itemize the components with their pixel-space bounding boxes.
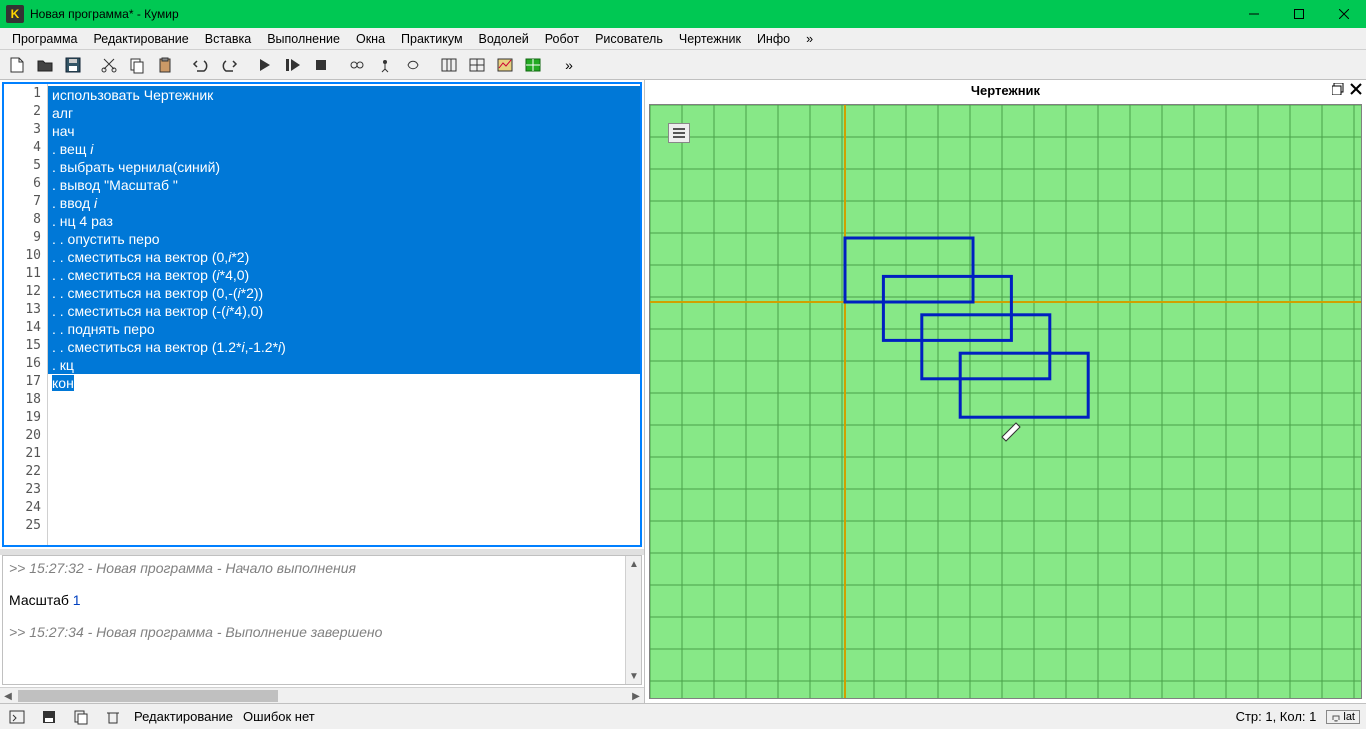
app-logo-icon: K xyxy=(6,5,24,23)
menu-run[interactable]: Выполнение xyxy=(259,30,348,48)
code-line[interactable]: . . сместиться на вектор (0,-(i*2)) xyxy=(48,284,640,302)
keyboard-icon xyxy=(1331,712,1341,722)
window-title: Новая программа* - Кумир xyxy=(30,7,179,21)
window-minimize-button[interactable] xyxy=(1231,0,1276,28)
window-close-button[interactable] xyxy=(1321,0,1366,28)
code-line[interactable]: . выбрать чернила(синий) xyxy=(48,158,640,176)
code-line[interactable]: . . сместиться на вектор (1.2*i,-1.2*i) xyxy=(48,338,640,356)
titlebar: K Новая программа* - Кумир xyxy=(0,0,1366,28)
run-button[interactable] xyxy=(252,52,278,78)
step-button[interactable] xyxy=(280,52,306,78)
undo-button[interactable] xyxy=(188,52,214,78)
open-file-button[interactable] xyxy=(32,52,58,78)
code-line[interactable] xyxy=(48,518,640,536)
actor-robot-button[interactable] xyxy=(344,52,370,78)
layout-3-button[interactable] xyxy=(492,52,518,78)
code-line[interactable] xyxy=(48,464,640,482)
drawer-panel-title: Чертежник xyxy=(645,80,1366,100)
code-line[interactable] xyxy=(48,428,640,446)
console-line: >> 15:27:34 - Новая программа - Выполнен… xyxy=(9,624,619,644)
paste-button[interactable] xyxy=(152,52,178,78)
console-line: >> 15:27:32 - Новая программа - Начало в… xyxy=(9,560,619,580)
code-line[interactable]: алг xyxy=(48,104,640,122)
code-line[interactable]: . . сместиться на вектор (0,i*2) xyxy=(48,248,640,266)
status-copy-icon[interactable] xyxy=(70,706,92,728)
code-line[interactable] xyxy=(48,392,640,410)
code-line[interactable]: . . поднять перо xyxy=(48,320,640,338)
menu-insert[interactable]: Вставка xyxy=(197,30,259,48)
menubar: Программа Редактирование Вставка Выполне… xyxy=(0,28,1366,50)
code-line[interactable]: . . опустить перо xyxy=(48,230,640,248)
drawer-menu-button[interactable] xyxy=(668,123,690,143)
stop-button[interactable] xyxy=(308,52,334,78)
menu-program[interactable]: Программа xyxy=(4,30,86,48)
output-console[interactable]: >> 15:27:32 - Новая программа - Начало в… xyxy=(2,555,642,685)
code-area[interactable]: использовать Чертежникалгнач. вещ i. выб… xyxy=(48,84,640,545)
code-line[interactable]: . кц xyxy=(48,356,640,374)
code-line[interactable] xyxy=(48,410,640,428)
menu-painter[interactable]: Рисователь xyxy=(587,30,671,48)
drawer-restore-icon[interactable] xyxy=(1332,83,1344,98)
code-line[interactable]: . нц 4 раз xyxy=(48,212,640,230)
console-line: Масштаб 1 xyxy=(9,592,619,612)
layout-2-button[interactable] xyxy=(464,52,490,78)
cut-button[interactable] xyxy=(96,52,122,78)
menu-practicum[interactable]: Практикум xyxy=(393,30,471,48)
editor-hscrollbar[interactable]: ◀ ▶ xyxy=(0,687,644,703)
code-line[interactable]: . ввод i xyxy=(48,194,640,212)
hscroll-thumb[interactable] xyxy=(18,690,278,702)
code-line[interactable] xyxy=(48,446,640,464)
code-line[interactable]: использовать Чертежник xyxy=(48,86,640,104)
code-editor[interactable]: 1234567891011121314151617181920212223242… xyxy=(2,82,642,547)
console-vscrollbar[interactable]: ▲▼ xyxy=(625,556,641,684)
code-line[interactable]: . . сместиться на вектор (i*4,0) xyxy=(48,266,640,284)
statusbar: Редактирование Ошибок нет Стр: 1, Кол: 1… xyxy=(0,703,1366,729)
menu-info[interactable]: Инфо xyxy=(749,30,798,48)
menu-drawer[interactable]: Чертежник xyxy=(671,30,749,48)
code-line[interactable]: нач xyxy=(48,122,640,140)
menu-vodoley[interactable]: Водолей xyxy=(471,30,537,48)
toolbar: » xyxy=(0,50,1366,80)
line-gutter: 1234567891011121314151617181920212223242… xyxy=(4,84,48,545)
layout-4-button[interactable] xyxy=(520,52,546,78)
status-save-icon[interactable] xyxy=(38,706,60,728)
actor-turtle-button[interactable] xyxy=(400,52,426,78)
status-mode: Редактирование xyxy=(134,709,233,724)
code-line[interactable] xyxy=(48,482,640,500)
toolbar-more-button[interactable]: » xyxy=(556,52,582,78)
new-file-button[interactable] xyxy=(4,52,30,78)
status-console-icon[interactable] xyxy=(6,706,28,728)
code-line[interactable]: кон xyxy=(48,374,640,392)
status-keyboard-indicator[interactable]: lat xyxy=(1326,710,1360,724)
actor-drawer-button[interactable] xyxy=(372,52,398,78)
code-line[interactable]: . . сместиться на вектор (-(i*4),0) xyxy=(48,302,640,320)
code-line[interactable]: . вывод "Масштаб " xyxy=(48,176,640,194)
drawer-canvas[interactable] xyxy=(649,104,1362,699)
layout-1-button[interactable] xyxy=(436,52,462,78)
menu-robot[interactable]: Робот xyxy=(537,30,587,48)
menu-more[interactable]: » xyxy=(798,30,821,48)
menu-windows[interactable]: Окна xyxy=(348,30,393,48)
window-maximize-button[interactable] xyxy=(1276,0,1321,28)
copy-button[interactable] xyxy=(124,52,150,78)
menu-edit[interactable]: Редактирование xyxy=(86,30,197,48)
drawer-close-icon[interactable] xyxy=(1350,83,1362,98)
code-line[interactable]: . вещ i xyxy=(48,140,640,158)
status-cursor-pos: Стр: 1, Кол: 1 xyxy=(1236,709,1317,724)
code-line[interactable] xyxy=(48,500,640,518)
save-file-button[interactable] xyxy=(60,52,86,78)
redo-button[interactable] xyxy=(216,52,242,78)
status-clear-icon[interactable] xyxy=(102,706,124,728)
status-errors: Ошибок нет xyxy=(243,709,315,724)
